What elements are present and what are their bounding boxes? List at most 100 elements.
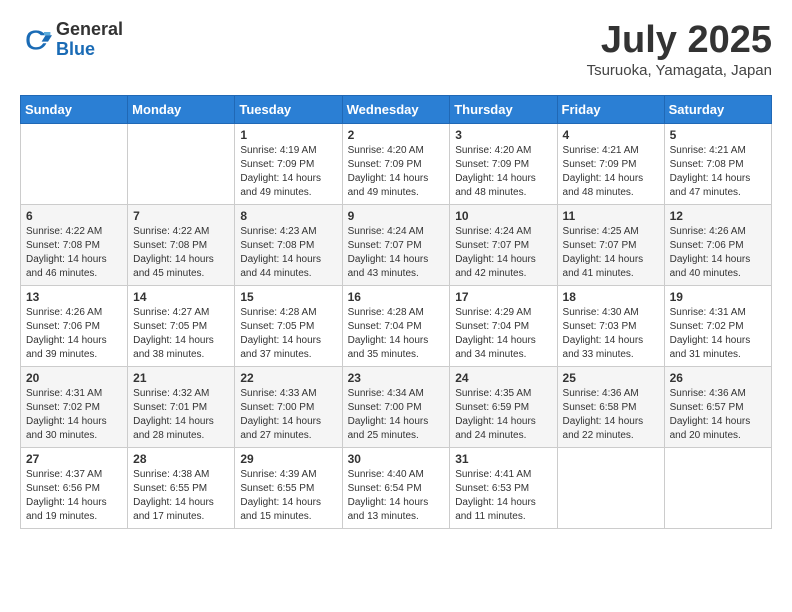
day-info: Sunrise: 4:31 AM Sunset: 7:02 PM Dayligh… [26,387,122,443]
calendar-cell [664,447,771,528]
day-info: Sunrise: 4:28 AM Sunset: 7:05 PM Dayligh… [240,306,336,362]
weekday-header-row: SundayMondayTuesdayWednesdayThursdayFrid… [21,95,772,123]
day-number: 7 [133,209,229,223]
day-number: 15 [240,290,336,304]
calendar-cell: 8 Sunrise: 4:23 AM Sunset: 7:08 PM Daylig… [235,204,342,285]
calendar-week-row: 27Sunrise: 4:37 AM Sunset: 6:56 PM Dayli… [21,447,772,528]
calendar-cell: 23 Sunrise: 4:34 AM Sunset: 7:00 PM Dayli… [342,366,450,447]
title-block: July 2025 Tsuruoka, Yamagata, Japan [587,20,772,79]
day-number: 5 [670,128,766,142]
calendar-cell [557,447,664,528]
day-info: Sunrise: 4:31 AM Sunset: 7:02 PM Dayligh… [670,306,766,362]
day-number: 16 [348,290,445,304]
day-info: Sunrise: 4:39 AM Sunset: 6:55 PM Dayligh… [240,468,336,524]
day-number: 31 [455,452,551,466]
calendar-cell: 9 Sunrise: 4:24 AM Sunset: 7:07 PM Daylig… [342,204,450,285]
day-info: Sunrise: 4:32 AM Sunset: 7:01 PM Dayligh… [133,387,229,443]
calendar-table: SundayMondayTuesdayWednesdayThursdayFrid… [20,95,772,529]
calendar-cell: 22 Sunrise: 4:33 AM Sunset: 7:00 PM Dayli… [235,366,342,447]
day-number: 24 [455,371,551,385]
logo: General Blue [20,20,123,60]
day-number: 20 [26,371,122,385]
day-info: Sunrise: 4:41 AM Sunset: 6:53 PM Dayligh… [455,468,551,524]
day-number: 11 [563,209,659,223]
day-number: 21 [133,371,229,385]
day-info: Sunrise: 4:38 AM Sunset: 6:55 PM Dayligh… [133,468,229,524]
day-info: Sunrise: 4:19 AM Sunset: 7:09 PM Dayligh… [240,144,336,200]
weekday-header: Monday [128,95,235,123]
day-info: Sunrise: 4:22 AM Sunset: 7:08 PM Dayligh… [26,225,122,281]
day-info: Sunrise: 4:24 AM Sunset: 7:07 PM Dayligh… [455,225,551,281]
day-number: 13 [26,290,122,304]
calendar-cell: 4 Sunrise: 4:21 AM Sunset: 7:09 PM Daylig… [557,123,664,204]
month-title: July 2025 [587,20,772,62]
calendar-cell: 7 Sunrise: 4:22 AM Sunset: 7:08 PM Daylig… [128,204,235,285]
day-info: Sunrise: 4:23 AM Sunset: 7:08 PM Dayligh… [240,225,336,281]
day-number: 8 [240,209,336,223]
day-number: 17 [455,290,551,304]
weekday-header: Friday [557,95,664,123]
day-number: 10 [455,209,551,223]
day-info: Sunrise: 4:26 AM Sunset: 7:06 PM Dayligh… [670,225,766,281]
calendar-cell: 19 Sunrise: 4:31 AM Sunset: 7:02 PM Dayli… [664,285,771,366]
day-number: 27 [26,452,122,466]
day-number: 19 [670,290,766,304]
calendar-cell: 21 Sunrise: 4:32 AM Sunset: 7:01 PM Dayli… [128,366,235,447]
calendar-cell: 11 Sunrise: 4:25 AM Sunset: 7:07 PM Dayli… [557,204,664,285]
day-info: Sunrise: 4:34 AM Sunset: 7:00 PM Dayligh… [348,387,445,443]
weekday-header: Thursday [450,95,557,123]
day-info: Sunrise: 4:21 AM Sunset: 7:09 PM Dayligh… [563,144,659,200]
day-number: 26 [670,371,766,385]
calendar-cell: 2Sunrise: 4:20 AM Sunset: 7:09 PM Daylig… [342,123,450,204]
day-info: Sunrise: 4:33 AM Sunset: 7:00 PM Dayligh… [240,387,336,443]
calendar-cell [21,123,128,204]
logo-text: General Blue [56,20,123,60]
calendar-cell: 1 Sunrise: 4:19 AM Sunset: 7:09 PM Daylig… [235,123,342,204]
day-number: 28 [133,452,229,466]
calendar-cell: 31 Sunrise: 4:41 AM Sunset: 6:53 PM Dayli… [450,447,557,528]
day-number: 30 [348,452,445,466]
logo-icon [20,24,52,56]
calendar-cell: 25 Sunrise: 4:36 AM Sunset: 6:58 PM Dayli… [557,366,664,447]
day-info: Sunrise: 4:27 AM Sunset: 7:05 PM Dayligh… [133,306,229,362]
day-info: Sunrise: 4:25 AM Sunset: 7:07 PM Dayligh… [563,225,659,281]
weekday-header: Sunday [21,95,128,123]
weekday-header: Saturday [664,95,771,123]
calendar-cell [128,123,235,204]
day-number: 9 [348,209,445,223]
day-info: Sunrise: 4:24 AM Sunset: 7:07 PM Dayligh… [348,225,445,281]
day-info: Sunrise: 4:20 AM Sunset: 7:09 PM Dayligh… [455,144,551,200]
day-info: Sunrise: 4:28 AM Sunset: 7:04 PM Dayligh… [348,306,445,362]
day-info: Sunrise: 4:36 AM Sunset: 6:58 PM Dayligh… [563,387,659,443]
day-number: 12 [670,209,766,223]
calendar-cell: 28 Sunrise: 4:38 AM Sunset: 6:55 PM Dayli… [128,447,235,528]
calendar-week-row: 1 Sunrise: 4:19 AM Sunset: 7:09 PM Daylig… [21,123,772,204]
day-number: 23 [348,371,445,385]
calendar-cell: 15 Sunrise: 4:28 AM Sunset: 7:05 PM Dayli… [235,285,342,366]
day-number: 22 [240,371,336,385]
day-info: Sunrise: 4:30 AM Sunset: 7:03 PM Dayligh… [563,306,659,362]
day-info: Sunrise: 4:20 AM Sunset: 7:09 PM Dayligh… [348,144,445,200]
calendar-cell: 3 Sunrise: 4:20 AM Sunset: 7:09 PM Daylig… [450,123,557,204]
calendar-cell: 26 Sunrise: 4:36 AM Sunset: 6:57 PM Dayli… [664,366,771,447]
calendar-cell: 10 Sunrise: 4:24 AM Sunset: 7:07 PM Dayli… [450,204,557,285]
day-number: 1 [240,128,336,142]
calendar-cell: 6 Sunrise: 4:22 AM Sunset: 7:08 PM Daylig… [21,204,128,285]
calendar-cell: 5Sunrise: 4:21 AM Sunset: 7:08 PM Daylig… [664,123,771,204]
day-info: Sunrise: 4:35 AM Sunset: 6:59 PM Dayligh… [455,387,551,443]
day-number: 18 [563,290,659,304]
day-info: Sunrise: 4:22 AM Sunset: 7:08 PM Dayligh… [133,225,229,281]
day-number: 4 [563,128,659,142]
calendar-cell: 27Sunrise: 4:37 AM Sunset: 6:56 PM Dayli… [21,447,128,528]
calendar-week-row: 13 Sunrise: 4:26 AM Sunset: 7:06 PM Dayli… [21,285,772,366]
day-info: Sunrise: 4:36 AM Sunset: 6:57 PM Dayligh… [670,387,766,443]
calendar-cell: 14 Sunrise: 4:27 AM Sunset: 7:05 PM Dayli… [128,285,235,366]
calendar-cell: 18 Sunrise: 4:30 AM Sunset: 7:03 PM Dayli… [557,285,664,366]
day-number: 14 [133,290,229,304]
day-info: Sunrise: 4:26 AM Sunset: 7:06 PM Dayligh… [26,306,122,362]
calendar-cell: 17Sunrise: 4:29 AM Sunset: 7:04 PM Dayli… [450,285,557,366]
day-number: 3 [455,128,551,142]
day-number: 25 [563,371,659,385]
calendar-cell: 30Sunrise: 4:40 AM Sunset: 6:54 PM Dayli… [342,447,450,528]
day-number: 6 [26,209,122,223]
